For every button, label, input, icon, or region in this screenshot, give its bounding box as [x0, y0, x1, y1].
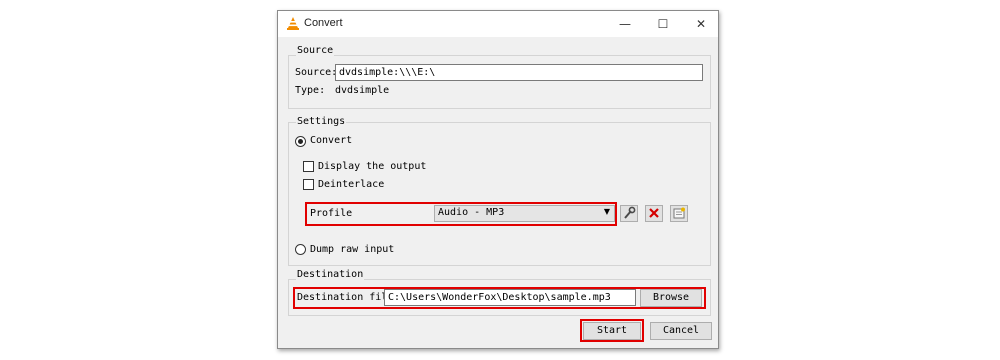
convert-dialog: Convert — ☐ ✕ Source Source: dvdsimple:\… — [277, 10, 719, 349]
maximize-button[interactable]: ☐ — [654, 15, 672, 33]
browse-button[interactable]: Browse — [640, 289, 702, 307]
dump-raw-label: Dump raw input — [310, 244, 395, 255]
source-group-title: Source — [296, 45, 335, 56]
window-title: Convert — [304, 17, 343, 29]
new-profile-button[interactable] — [670, 205, 688, 222]
dump-raw-radio[interactable] — [295, 244, 306, 255]
convert-radio[interactable] — [295, 136, 306, 147]
start-button[interactable]: Start — [583, 322, 641, 340]
profile-selected-value: Audio - MP3 — [438, 207, 505, 218]
minimize-button[interactable]: — — [616, 15, 634, 33]
destination-file-input[interactable]: C:\Users\WonderFox\Desktop\sample.mp3 — [384, 289, 636, 306]
destination-group-title: Destination — [296, 269, 365, 280]
profile-label: Profile — [310, 208, 353, 219]
convert-label: Convert — [310, 135, 353, 146]
source-label: Source: — [295, 67, 338, 78]
delete-profile-button[interactable] — [645, 205, 663, 222]
new-profile-icon — [671, 207, 687, 224]
cancel-button[interactable]: Cancel — [650, 322, 712, 340]
edit-profile-button[interactable] — [620, 205, 638, 222]
type-value: dvdsimple — [335, 85, 390, 96]
close-button[interactable]: ✕ — [692, 15, 710, 33]
display-output-checkbox[interactable] — [303, 161, 314, 172]
title-bar: Convert — ☐ ✕ — [278, 11, 718, 37]
profile-select[interactable]: Audio - MP3 ▼ — [434, 205, 615, 222]
wrench-icon — [621, 206, 637, 224]
delete-x-icon — [646, 208, 662, 224]
display-output-label: Display the output — [318, 161, 427, 172]
type-label: Type: — [295, 85, 326, 96]
dropdown-arrow-icon: ▼ — [603, 207, 610, 216]
deinterlace-checkbox[interactable] — [303, 179, 314, 190]
vlc-cone-icon — [287, 17, 299, 33]
source-input[interactable]: dvdsimple:\\\E:\ — [335, 64, 703, 81]
deinterlace-label: Deinterlace — [318, 179, 385, 190]
settings-group-title: Settings — [296, 116, 347, 127]
